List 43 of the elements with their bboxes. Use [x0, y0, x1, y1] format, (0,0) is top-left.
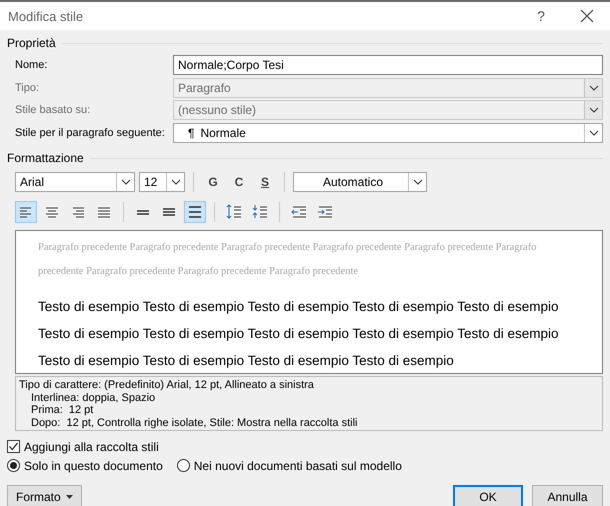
font-style-button[interactable]: C: [228, 172, 250, 192]
ok-button[interactable]: OK: [453, 485, 523, 506]
line-spacing-icon: [137, 210, 149, 214]
color-dropdown[interactable]: Automatico: [293, 172, 427, 192]
style-description: Tipo di carattere: (Predefinito) Arial, 12 pt, Allineato a sinistra: [19, 379, 315, 392]
style-description: Prima: 12 pt: [30, 404, 94, 416]
line-spacing-button[interactable]: [184, 201, 206, 223]
group-heading: Formattazione: [0, 149, 610, 167]
spacing-arrows-icon: [251, 203, 269, 221]
cancel-button[interactable]: Annulla: [532, 485, 603, 506]
radio-label: Nei nuovi documenti basati sul modello: [194, 458, 402, 472]
style-description: Interlinea: doppia, Spazio: [30, 392, 156, 404]
group-heading: Proprietà: [0, 34, 610, 52]
sample-text: Testo di esempio Testo di esempio Testo di esempio Testo di esempio Testo di esempio: [38, 298, 559, 316]
spacing-arrows-icon: [225, 203, 243, 221]
field-label: Tipo:: [15, 82, 40, 94]
font-style-button[interactable]: S: [254, 172, 276, 192]
radio-label: Solo in questo documento: [24, 458, 163, 472]
sample-text: Testo di esempio Testo di esempio Testo di esempio Testo di esempio: [38, 352, 454, 370]
previous-paragraph-text: Paragrafo precedente Paragrafo precedente Paragrafo precedente Paragrafo precedente Paragrafo precedente Paragrafo precedente Paragrafo precedente Paragrafo precedente Paragrafo precedente: [38, 241, 538, 279]
format-button[interactable]: Formato: [7, 485, 82, 506]
line-spacing-icon: [189, 206, 201, 218]
font-dropdown[interactable]: Arial: [15, 172, 135, 192]
window-title: Modifica stile: [8, 8, 84, 24]
style-description: Dopo: 12 pt, Controlla righe isolate, Stile: Mostra nella raccolta stili: [30, 416, 358, 429]
caret-icon: [66, 494, 73, 498]
checkmark-icon: [8, 441, 19, 452]
radio-button[interactable]: [176, 459, 190, 472]
size-dropdown[interactable]: 12: [139, 172, 185, 192]
help-button[interactable]: ?: [518, 8, 564, 24]
name-field[interactable]: Normale;Corpo Tesi: [173, 55, 603, 76]
field-label: Stile per il paragrafo seguente:: [15, 126, 166, 139]
checkbox[interactable]: [7, 440, 20, 453]
radio-button[interactable]: [7, 459, 20, 472]
align-left-button[interactable]: [15, 201, 37, 223]
line-spacing-icon: [163, 208, 175, 216]
checkbox-label: Aggiungi alla raccolta stili: [24, 440, 159, 454]
close-icon: [580, 9, 594, 23]
font-style-button[interactable]: G: [202, 172, 224, 192]
field-label: Nome:: [15, 59, 48, 72]
field-label: Stile basato su:: [15, 104, 92, 116]
style-dropdown[interactable]: ¶ Normale: [173, 122, 603, 143]
sample-text: Testo di esempio Testo di esempio Testo di esempio Testo di esempio Testo di esempio: [38, 325, 559, 343]
